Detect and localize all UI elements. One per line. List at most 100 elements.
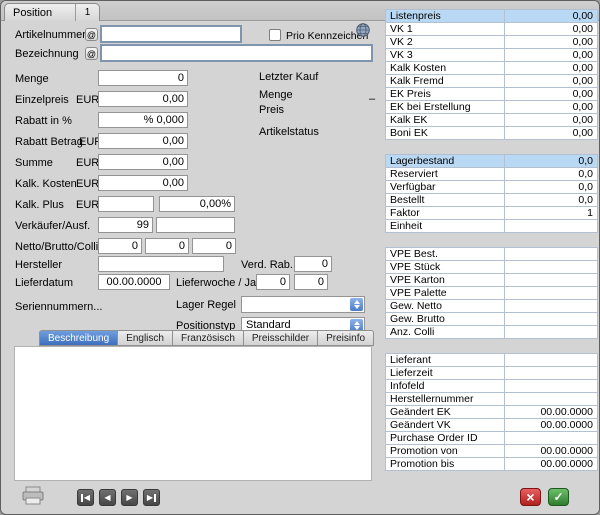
- bezeichnung-lookup-button[interactable]: @: [85, 47, 98, 60]
- record-navigation: ◀ ◀ ▶ ▶: [77, 489, 160, 506]
- lager-regel-label: Lager Regel: [176, 299, 236, 311]
- table-row: Bestellt0,0: [385, 193, 598, 207]
- row-value: [505, 393, 597, 405]
- confirm-button[interactable]: ✓: [548, 488, 569, 506]
- colli-input[interactable]: [192, 238, 236, 254]
- rabatt-betrag-input[interactable]: [98, 133, 188, 149]
- cancel-x-icon: ×: [526, 489, 534, 505]
- nav-next-icon: ▶: [126, 493, 132, 502]
- verd-rab-input[interactable]: [294, 256, 332, 272]
- print-button[interactable]: [21, 486, 45, 511]
- globe-icon[interactable]: [356, 23, 370, 42]
- table-row: Infofeld: [385, 379, 598, 393]
- splitter-handle[interactable]: –: [369, 93, 375, 105]
- einzelpreis-input[interactable]: [98, 91, 188, 107]
- menge-label: Menge: [15, 73, 49, 85]
- nav-last-button[interactable]: ▶: [143, 489, 160, 506]
- row-value: 0,0: [505, 168, 597, 180]
- row-value: 0,0: [505, 155, 597, 167]
- row-value: [505, 367, 597, 379]
- kalk-kosten-label: Kalk. Kosten: [15, 178, 77, 190]
- table-row: EK Preis0,00: [385, 87, 598, 101]
- row-label: VK 1: [386, 23, 505, 35]
- hersteller-input[interactable]: [98, 256, 224, 272]
- row-value: 0,00: [505, 75, 597, 87]
- artikelnummer-label: Artikelnummer: [15, 29, 86, 41]
- rabatt-prozent-label: Rabatt in %: [15, 115, 72, 127]
- lager-regel-dropdown[interactable]: [241, 296, 365, 313]
- tab-preisschilder[interactable]: Preisschilder: [244, 330, 318, 346]
- kalk-kosten-input[interactable]: [98, 175, 188, 191]
- netto-input[interactable]: [98, 238, 142, 254]
- menge-input[interactable]: [98, 70, 188, 86]
- kalk-plus-percent-input[interactable]: [159, 196, 235, 212]
- row-label: Promotion bis: [386, 458, 505, 470]
- row-value: [505, 287, 597, 299]
- table-row: VK 20,00: [385, 35, 598, 49]
- row-label: EK Preis: [386, 88, 505, 100]
- einzelpreis-currency: EUR: [76, 94, 99, 106]
- table-spacer: [385, 339, 598, 353]
- artikelnummer-input[interactable]: [100, 25, 242, 43]
- nav-prev-button[interactable]: ◀: [99, 489, 116, 506]
- lieferdatum-input[interactable]: [98, 274, 170, 290]
- lieferwoche-input[interactable]: [256, 274, 290, 290]
- row-label: Gew. Brutto: [386, 313, 505, 325]
- tab-position[interactable]: Position 1: [4, 3, 100, 21]
- tab-französisch[interactable]: Französisch: [173, 330, 244, 346]
- verkaeufer-input[interactable]: [98, 217, 153, 233]
- lager-regel-value: [246, 298, 348, 311]
- tab-beschreibung[interactable]: Beschreibung: [39, 330, 118, 346]
- table-row: Kalk Kosten0,00: [385, 61, 598, 75]
- lieferjahr-input[interactable]: [294, 274, 328, 290]
- tab-preisinfo[interactable]: Preisinfo: [318, 330, 374, 346]
- bezeichnung-input[interactable]: [100, 44, 373, 62]
- table-row: Listenpreis0,00: [385, 9, 598, 23]
- letzter-kauf-label: Letzter Kauf: [259, 71, 318, 83]
- table-row: Kalk EK0,00: [385, 113, 598, 127]
- seriennummern-link[interactable]: Seriennummern...: [15, 301, 102, 313]
- nav-next-button[interactable]: ▶: [121, 489, 138, 506]
- verkaeufer-input-2[interactable]: [156, 217, 235, 233]
- summe-input[interactable]: [98, 154, 188, 170]
- row-value: 0,00: [505, 127, 597, 139]
- row-label: Geändert EK: [386, 406, 505, 418]
- table-row: Herstellernummer: [385, 392, 598, 406]
- artikelnummer-lookup-button[interactable]: @: [85, 28, 98, 41]
- row-label: VPE Karton: [386, 274, 505, 286]
- table-row: Gew. Netto: [385, 299, 598, 313]
- row-value: 0,00: [505, 49, 597, 61]
- table-row: Lagerbestand0,0: [385, 154, 598, 168]
- row-label: Faktor: [386, 207, 505, 219]
- beschreibung-textarea[interactable]: [14, 346, 372, 481]
- hersteller-label: Hersteller: [15, 259, 62, 271]
- table-row: Lieferzeit: [385, 366, 598, 380]
- brutto-input[interactable]: [145, 238, 189, 254]
- row-value: [505, 380, 597, 392]
- table-row: Boni EK0,00: [385, 126, 598, 140]
- row-value: 0,00: [505, 23, 597, 35]
- prio-kennzeichen-checkbox[interactable]: [269, 29, 281, 41]
- row-value: 0,0: [505, 181, 597, 193]
- kalk-plus-input[interactable]: [98, 196, 154, 212]
- rabatt-prozent-input[interactable]: [98, 112, 188, 128]
- row-value: [505, 326, 597, 338]
- einzelpreis-label: Einzelpreis: [15, 94, 69, 106]
- row-label: Herstellernummer: [386, 393, 505, 405]
- table-row: Einheit: [385, 219, 598, 233]
- row-label: Kalk Fremd: [386, 75, 505, 87]
- row-value: 00.00.0000: [505, 419, 597, 431]
- row-label: Listenpreis: [386, 10, 505, 22]
- row-value: [505, 432, 597, 444]
- tab-englisch[interactable]: Englisch: [118, 330, 173, 346]
- row-label: Kalk EK: [386, 114, 505, 126]
- row-label: VPE Palette: [386, 287, 505, 299]
- row-label: Lieferant: [386, 354, 505, 366]
- nav-first-button[interactable]: ◀: [77, 489, 94, 506]
- rabatt-betrag-label: Rabatt Betrag: [15, 136, 83, 148]
- table-row: VK 10,00: [385, 22, 598, 36]
- table-row: EK bei Erstellung0,00: [385, 100, 598, 114]
- row-value: 0,00: [505, 114, 597, 126]
- row-value: [505, 248, 597, 260]
- cancel-button[interactable]: ×: [520, 488, 541, 506]
